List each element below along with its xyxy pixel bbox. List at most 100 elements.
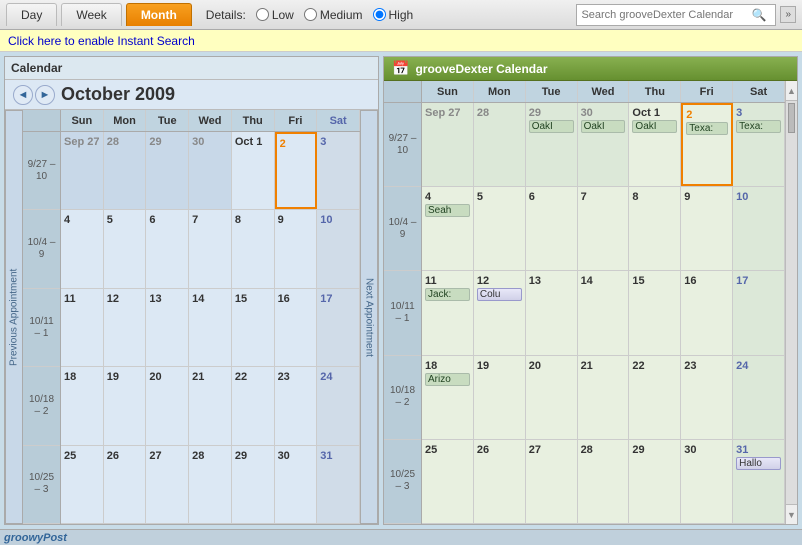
right-cell-oct5[interactable]: 5 xyxy=(474,187,526,270)
detail-low[interactable]: Low xyxy=(256,8,294,22)
cal-cell-oct23[interactable]: 23 xyxy=(275,367,318,444)
event-hallo[interactable]: Hallo xyxy=(736,457,781,470)
right-cell-oct3[interactable]: 3Texa: xyxy=(733,103,785,186)
cal-cell-oct16[interactable]: 16 xyxy=(275,289,318,366)
event-colu[interactable]: Colu xyxy=(477,288,522,301)
right-cell-oct30[interactable]: 30 xyxy=(681,440,733,523)
cal-cell-oct18[interactable]: 18 xyxy=(61,367,104,444)
next-month-button[interactable]: ► xyxy=(35,85,55,105)
cal-cell-oct28[interactable]: 28 xyxy=(189,446,232,523)
detail-medium[interactable]: Medium xyxy=(304,8,363,22)
tab-week[interactable]: Week xyxy=(61,3,121,26)
cal-cell-oct30[interactable]: 30 xyxy=(275,446,318,523)
cal-cell-oct25[interactable]: 25 xyxy=(61,446,104,523)
right-cell-oct2[interactable]: 2Texa: xyxy=(681,103,733,186)
cal-cell-oct11[interactable]: 11 xyxy=(61,289,104,366)
right-cell-oct1[interactable]: Oct 1OakI xyxy=(629,103,681,186)
right-cell-sep30[interactable]: 30OakI xyxy=(578,103,630,186)
cal-cell-oct9[interactable]: 9 xyxy=(275,210,318,287)
right-cell-oct6[interactable]: 6 xyxy=(526,187,578,270)
left-header-tue: Tue xyxy=(146,110,189,131)
cal-cell-oct2[interactable]: 2 xyxy=(275,132,318,209)
cal-cell-sep30[interactable]: 30 xyxy=(189,132,232,209)
cal-cell-oct22[interactable]: 22 xyxy=(232,367,275,444)
cal-cell-oct31[interactable]: 31 xyxy=(317,446,360,523)
cal-cell-oct6[interactable]: 6 xyxy=(146,210,189,287)
cal-cell-oct12[interactable]: 12 xyxy=(104,289,147,366)
cal-cell-oct29[interactable]: 29 xyxy=(232,446,275,523)
cal-cell-oct3[interactable]: 3 xyxy=(317,132,360,209)
right-cell-oct25[interactable]: 25 xyxy=(422,440,474,523)
right-cell-oct19[interactable]: 19 xyxy=(474,356,526,439)
right-cell-oct8[interactable]: 8 xyxy=(629,187,681,270)
expand-button[interactable]: » xyxy=(780,6,796,23)
cal-cell-oct27[interactable]: 27 xyxy=(146,446,189,523)
cal-cell-oct10[interactable]: 10 xyxy=(317,210,360,287)
next-appointment-sidebar[interactable]: Next Appointment xyxy=(360,110,378,524)
cal-cell-oct20[interactable]: 20 xyxy=(146,367,189,444)
right-cell-sep27[interactable]: Sep 27 xyxy=(422,103,474,186)
right-cell-oct7[interactable]: 7 xyxy=(578,187,630,270)
right-cell-oct4[interactable]: 4Seah xyxy=(422,187,474,270)
cal-cell-oct1[interactable]: Oct 1 xyxy=(232,132,275,209)
cal-cell-oct5[interactable]: 5 xyxy=(104,210,147,287)
prev-month-button[interactable]: ◄ xyxy=(13,85,33,105)
right-cell-oct18[interactable]: 18Arizo xyxy=(422,356,474,439)
right-cell-oct31[interactable]: 31Hallo xyxy=(733,440,785,523)
search-input[interactable] xyxy=(581,9,751,21)
right-cell-oct20[interactable]: 20 xyxy=(526,356,578,439)
cal-cell-oct4[interactable]: 4 xyxy=(61,210,104,287)
right-cell-oct16[interactable]: 16 xyxy=(681,271,733,354)
scroll-up-button[interactable]: ▲ xyxy=(786,81,797,101)
cal-cell-sep28[interactable]: 28 xyxy=(104,132,147,209)
cal-cell-oct15[interactable]: 15 xyxy=(232,289,275,366)
event-arizo[interactable]: Arizo xyxy=(425,373,470,386)
right-cell-sep29[interactable]: 29OakI xyxy=(526,103,578,186)
right-cell-oct13[interactable]: 13 xyxy=(526,271,578,354)
cal-cell-oct7[interactable]: 7 xyxy=(189,210,232,287)
week-label-4: 10/18– 2 xyxy=(23,367,60,445)
cal-cell-sep27[interactable]: Sep 27 xyxy=(61,132,104,209)
event-texa-oct2[interactable]: Texa: xyxy=(686,122,728,135)
cal-cell-oct26[interactable]: 26 xyxy=(104,446,147,523)
right-cell-oct22[interactable]: 22 xyxy=(629,356,681,439)
prev-appointment-sidebar[interactable]: Previous Appointment xyxy=(5,110,23,524)
right-cell-oct26[interactable]: 26 xyxy=(474,440,526,523)
cal-cell-oct14[interactable]: 14 xyxy=(189,289,232,366)
right-cell-oct27[interactable]: 27 xyxy=(526,440,578,523)
right-cell-sep28[interactable]: 28 xyxy=(474,103,526,186)
right-cell-oct23[interactable]: 23 xyxy=(681,356,733,439)
tab-month[interactable]: Month xyxy=(126,3,192,26)
instant-search-bar[interactable]: Click here to enable Instant Search xyxy=(0,30,802,52)
event-texa-oct3[interactable]: Texa: xyxy=(736,120,781,133)
right-cell-oct11[interactable]: 11Jack: xyxy=(422,271,474,354)
right-cell-oct29[interactable]: 29 xyxy=(629,440,681,523)
right-cell-oct14[interactable]: 14 xyxy=(578,271,630,354)
right-cell-oct9[interactable]: 9 xyxy=(681,187,733,270)
cal-cell-oct21[interactable]: 21 xyxy=(189,367,232,444)
event-oaki-sep30[interactable]: OakI xyxy=(581,120,626,133)
scroll-down-button[interactable]: ▼ xyxy=(786,504,797,524)
cal-cell-oct19[interactable]: 19 xyxy=(104,367,147,444)
cal-cell-oct17[interactable]: 17 xyxy=(317,289,360,366)
right-cell-oct28[interactable]: 28 xyxy=(578,440,630,523)
right-cell-oct17[interactable]: 17 xyxy=(733,271,785,354)
event-oaki-oct1[interactable]: OakI xyxy=(632,120,677,133)
right-cell-oct12[interactable]: 12Colu xyxy=(474,271,526,354)
event-jack[interactable]: Jack: xyxy=(425,288,470,301)
right-scrollbar[interactable]: ▲ ▼ xyxy=(785,81,797,524)
right-cell-oct10[interactable]: 10 xyxy=(733,187,785,270)
scroll-thumb[interactable] xyxy=(788,103,795,133)
cal-cell-oct24[interactable]: 24 xyxy=(317,367,360,444)
detail-high[interactable]: High xyxy=(373,8,414,22)
right-cell-oct15[interactable]: 15 xyxy=(629,271,681,354)
right-cell-oct24[interactable]: 24 xyxy=(733,356,785,439)
event-seah[interactable]: Seah xyxy=(425,204,470,217)
cal-cell-oct8[interactable]: 8 xyxy=(232,210,275,287)
cal-cell-sep29[interactable]: 29 xyxy=(146,132,189,209)
cal-cell-oct13[interactable]: 13 xyxy=(146,289,189,366)
right-week-label-4: 10/18– 2 xyxy=(384,356,421,440)
event-oaki-sep29[interactable]: OakI xyxy=(529,120,574,133)
right-cell-oct21[interactable]: 21 xyxy=(578,356,630,439)
tab-day[interactable]: Day xyxy=(6,3,57,26)
